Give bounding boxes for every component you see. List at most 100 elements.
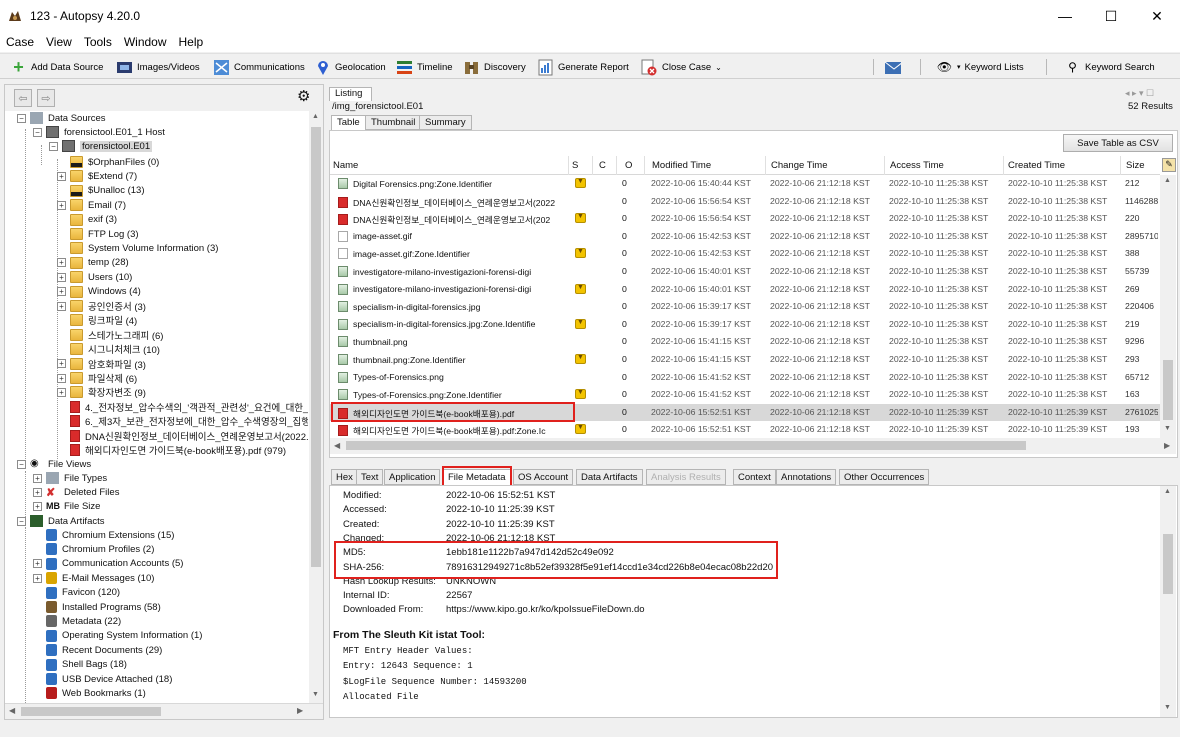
tab-os-account[interactable]: OS Account [513,469,574,485]
keyword-search-button[interactable]: ⚲ Keyword Search [1064,57,1155,77]
menu-help[interactable]: Help [173,35,210,49]
collapse-icon[interactable]: − [17,113,26,123]
tree-item[interactable]: 해외디자인도면 가이드북(e-book배포용).pdf (979) [57,443,286,457]
expand-icon[interactable]: + [57,301,66,311]
forward-arrow-icon[interactable]: ⇨ [37,89,55,107]
tree-file-types[interactable]: + File Types [33,471,107,485]
tree-item[interactable]: + $Extend (7) [57,169,137,183]
tree-item[interactable]: $Unalloc (13) [57,184,145,198]
tree-item[interactable]: 링크파일 (4) [57,313,137,327]
tree-host[interactable]: − forensictool.E01_1 Host [33,125,165,139]
tree-horizontal-scrollbar[interactable]: ◀ ▶ [5,703,323,719]
table-row[interactable]: image-asset.gif:Zone.Identifier 0 2022-10-… [330,245,1160,263]
tree-artifact-item[interactable]: + Communication Accounts (5) [33,557,183,571]
table-row[interactable]: specialism-in-digital-forensics.jpg:Zone… [330,316,1160,334]
tab-table[interactable]: Table [331,115,366,130]
tree-artifact-item[interactable]: Recent Documents (29) [33,643,162,657]
close-window-button[interactable]: ✕ [1134,0,1180,32]
tree-artifact-item[interactable]: Web Bookmarks (1) [33,686,146,700]
tree-item[interactable]: $OrphanFiles (0) [57,155,159,169]
table-horizontal-scrollbar[interactable]: ◀ ▶ [330,438,1176,454]
metadata-vertical-scrollbar[interactable]: ▲ ▼ [1160,486,1176,717]
column-header-s[interactable]: S [572,160,578,171]
column-chooser-icon[interactable]: ✎ [1162,158,1176,172]
column-header-access-time[interactable]: Access Time [890,160,944,171]
column-header-name[interactable]: Name [333,160,358,171]
tree-item[interactable]: exif (3) [57,213,117,227]
expand-icon[interactable]: + [33,487,42,497]
tab-text[interactable]: Text [356,469,384,485]
tab-thumbnail[interactable]: Thumbnail [365,115,422,130]
geolocation-button[interactable]: Geolocation [314,57,386,77]
column-header-o[interactable]: O [625,160,632,171]
tree-item[interactable]: + 확장자변조 (9) [57,385,146,399]
collapse-icon[interactable]: − [33,127,42,137]
tab-annotations[interactable]: Annotations [776,469,837,485]
column-header-c[interactable]: C [599,160,606,171]
table-row[interactable]: DNA신원확인정보_데이터베이스_연례운영보고서(202 0 2022-10-06 … [330,210,1160,228]
expand-icon[interactable]: + [57,373,66,383]
timeline-button[interactable]: Timeline [396,57,453,77]
close-case-button[interactable]: Close Case ⌄ [641,57,722,77]
menu-tools[interactable]: Tools [78,35,118,49]
collapse-icon[interactable]: − [17,516,26,526]
email-button[interactable] [884,57,901,77]
tab-data-artifacts[interactable]: Data Artifacts [576,469,643,485]
expand-icon[interactable]: + [57,258,66,268]
expand-icon[interactable]: + [57,287,66,297]
collapse-icon[interactable]: − [17,459,26,469]
menu-view[interactable]: View [40,35,78,49]
tree-item[interactable]: + Email (7) [57,198,126,212]
menu-case[interactable]: Case [0,35,40,49]
tree-item[interactable]: + 암호화파일 (3) [57,357,146,371]
table-row[interactable]: thumbnail.png 0 2022-10-06 15:41:15 KST 202… [330,333,1160,351]
table-row[interactable]: Digital Forensics.png:Zone.Identifier 0 20… [330,175,1160,193]
table-row[interactable]: 해외디자인도면 가이드북(e-book배포용).pdf:Zone.Ic 0 2022… [330,421,1160,438]
tree-item[interactable]: 6._제3자_보관_전자정보에_대한_압수_수색영장의_집행고 [57,414,308,428]
communications-button[interactable]: Communications [213,57,305,77]
tab-summary[interactable]: Summary [419,115,472,130]
expand-icon[interactable]: + [57,171,66,181]
tab-hex[interactable]: Hex [331,469,358,485]
tree-artifact-item[interactable]: Chromium Profiles (2) [33,542,154,556]
tree-artifact-item[interactable]: USB Device Attached (18) [33,672,172,686]
menu-window[interactable]: Window [118,35,173,49]
gear-icon[interactable]: ⚙ [297,89,313,105]
expand-icon[interactable]: + [57,200,66,210]
keyword-lists-button[interactable]: 👁 ▾ Keyword Lists [936,57,1024,77]
table-row[interactable]: specialism-in-digital-forensics.jpg 0 2022… [330,298,1160,316]
tree-data-sources[interactable]: − Data Sources [17,111,106,125]
minimize-button[interactable]: — [1042,0,1088,32]
tree-artifact-item[interactable]: Shell Bags (18) [33,658,127,672]
expand-icon[interactable]: + [57,387,66,397]
tab-nav-arrows[interactable]: ◂ ▸ ▾ ☐ [1125,88,1154,99]
tree-item[interactable]: System Volume Information (3) [57,241,218,255]
table-row[interactable]: thumbnail.png:Zone.Identifier 0 2022-10-06… [330,351,1160,369]
tree-item[interactable]: + Users (10) [57,270,132,284]
table-row[interactable]: investigatore-milano-investigazioni-fore… [330,263,1160,281]
column-header-created-time[interactable]: Created Time [1008,160,1065,171]
table-row[interactable]: investigatore-milano-investigazioni-fore… [330,281,1160,299]
back-arrow-icon[interactable]: ⇦ [14,89,32,107]
table-vertical-scrollbar[interactable]: ▲ ▼ [1160,175,1176,438]
add-data-source-button[interactable]: + Add Data Source [10,57,103,77]
tree-artifact-item[interactable]: Metadata (22) [33,614,121,628]
collapse-icon[interactable]: − [49,141,58,151]
maximize-button[interactable]: ☐ [1088,0,1134,32]
tree-vertical-scrollbar[interactable]: ▲ ▼ [309,111,323,703]
tree-deleted-files[interactable]: + ✘ Deleted Files [33,485,119,499]
tab-other-occurrences[interactable]: Other Occurrences [839,469,930,485]
tree-item[interactable]: + Windows (4) [57,285,141,299]
table-row[interactable]: image-asset.gif 0 2022-10-06 15:42:53 KST 2… [330,228,1160,246]
tree-data-artifacts[interactable]: − Data Artifacts [17,514,105,528]
generate-report-button[interactable]: Generate Report [537,57,629,77]
tree-artifact-item[interactable]: Operating System Information (1) [33,629,202,643]
save-table-as-csv-button[interactable]: Save Table as CSV [1063,134,1173,152]
column-header-modified-time[interactable]: Modified Time [652,160,711,171]
expand-icon[interactable]: + [57,272,66,282]
column-header-size[interactable]: Size [1126,160,1144,171]
expand-icon[interactable]: + [33,501,42,511]
images-videos-button[interactable]: Images/Videos [116,57,200,77]
tree-file-size[interactable]: + MB File Size [33,499,100,513]
tree-item[interactable]: 4._전자정보_압수수색의_'객관적_관련성'_요건에_대한_! [57,400,308,414]
